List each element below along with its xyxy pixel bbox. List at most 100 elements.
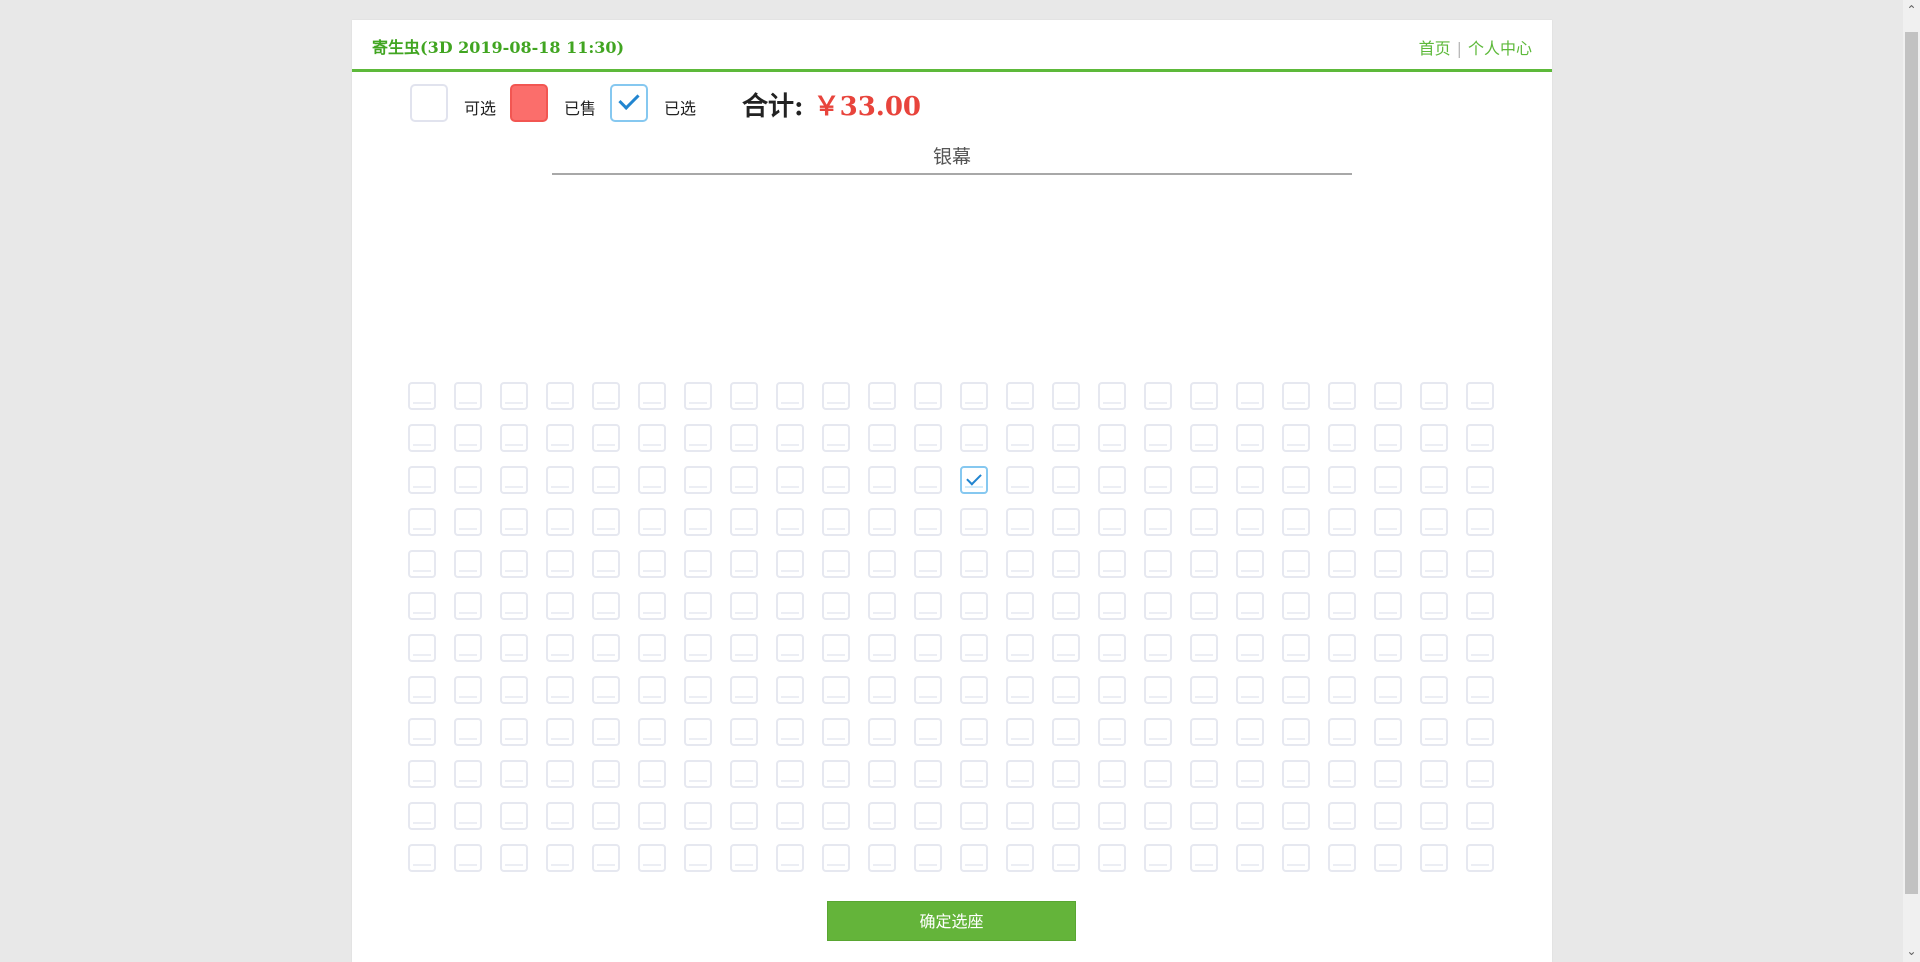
seat[interactable] [730, 382, 758, 410]
seat[interactable] [408, 466, 436, 494]
seat[interactable] [500, 382, 528, 410]
seat[interactable] [1144, 550, 1172, 578]
seat[interactable] [914, 592, 942, 620]
seat[interactable] [1052, 676, 1080, 704]
seat[interactable] [822, 718, 850, 746]
seat[interactable] [1144, 466, 1172, 494]
seat[interactable] [546, 802, 574, 830]
seat[interactable] [1052, 382, 1080, 410]
seat[interactable] [1190, 382, 1218, 410]
seat[interactable] [1420, 424, 1448, 452]
seat[interactable] [1374, 760, 1402, 788]
seat[interactable] [868, 508, 896, 536]
seat[interactable] [1420, 634, 1448, 662]
seat[interactable] [776, 466, 804, 494]
seat[interactable] [592, 802, 620, 830]
seat[interactable] [684, 718, 712, 746]
seat[interactable] [592, 508, 620, 536]
seat[interactable] [776, 382, 804, 410]
seat[interactable] [454, 844, 482, 872]
seat[interactable] [822, 760, 850, 788]
seat[interactable] [1006, 634, 1034, 662]
seat[interactable] [822, 508, 850, 536]
seat[interactable] [1466, 634, 1494, 662]
seat[interactable] [1328, 592, 1356, 620]
seat[interactable] [1006, 382, 1034, 410]
seat[interactable] [868, 466, 896, 494]
seat[interactable] [1144, 844, 1172, 872]
seat[interactable] [1374, 676, 1402, 704]
seat[interactable] [1006, 466, 1034, 494]
seat[interactable] [638, 802, 666, 830]
seat[interactable] [546, 760, 574, 788]
seat[interactable] [1328, 718, 1356, 746]
seat[interactable] [546, 676, 574, 704]
seat[interactable] [730, 466, 758, 494]
seat[interactable] [1236, 508, 1264, 536]
seat[interactable] [1006, 844, 1034, 872]
seat[interactable] [1466, 676, 1494, 704]
seat[interactable] [1466, 424, 1494, 452]
seat[interactable] [1190, 844, 1218, 872]
seat[interactable] [730, 802, 758, 830]
seat[interactable] [1374, 550, 1402, 578]
seat[interactable] [408, 718, 436, 746]
scroll-up-icon[interactable]: ⌃ [1903, 2, 1920, 19]
seat[interactable] [408, 802, 436, 830]
seat[interactable] [638, 550, 666, 578]
seat[interactable] [1098, 424, 1126, 452]
seat[interactable] [1098, 718, 1126, 746]
seat[interactable] [1374, 424, 1402, 452]
seat[interactable] [1236, 676, 1264, 704]
seat[interactable] [868, 802, 896, 830]
seat[interactable] [1190, 508, 1218, 536]
seat[interactable] [1006, 718, 1034, 746]
seat[interactable] [960, 718, 988, 746]
seat[interactable] [684, 424, 712, 452]
seat[interactable] [454, 802, 482, 830]
seat[interactable] [592, 592, 620, 620]
seat[interactable] [914, 508, 942, 536]
seat[interactable] [408, 760, 436, 788]
seat[interactable] [454, 508, 482, 536]
seat[interactable] [730, 844, 758, 872]
seat[interactable] [1006, 508, 1034, 536]
seat[interactable] [1282, 760, 1310, 788]
seat[interactable] [822, 382, 850, 410]
seat[interactable] [1466, 550, 1494, 578]
seat[interactable] [1328, 466, 1356, 494]
seat[interactable] [1328, 844, 1356, 872]
seat[interactable] [638, 382, 666, 410]
seat[interactable] [1236, 718, 1264, 746]
seat[interactable] [1282, 676, 1310, 704]
seat[interactable] [1282, 802, 1310, 830]
seat[interactable] [822, 424, 850, 452]
seat[interactable] [592, 550, 620, 578]
seat[interactable] [684, 844, 712, 872]
seat[interactable] [546, 550, 574, 578]
seat[interactable] [1466, 760, 1494, 788]
seat[interactable] [454, 550, 482, 578]
seat[interactable] [1374, 592, 1402, 620]
seat[interactable] [1052, 466, 1080, 494]
seat[interactable] [1052, 760, 1080, 788]
seat[interactable] [1466, 802, 1494, 830]
seat[interactable] [1006, 592, 1034, 620]
confirm-seat-button[interactable]: 确定选座 [827, 901, 1076, 941]
seat[interactable] [1190, 592, 1218, 620]
seat[interactable] [1420, 550, 1448, 578]
seat[interactable] [546, 424, 574, 452]
seat[interactable] [1282, 508, 1310, 536]
seat[interactable] [638, 844, 666, 872]
seat[interactable] [776, 592, 804, 620]
seat[interactable] [408, 634, 436, 662]
seat[interactable] [1466, 508, 1494, 536]
seat[interactable] [1282, 424, 1310, 452]
seat[interactable] [500, 550, 528, 578]
seat[interactable] [914, 802, 942, 830]
seat[interactable] [1006, 676, 1034, 704]
seat[interactable] [1190, 634, 1218, 662]
seat[interactable] [638, 676, 666, 704]
seat[interactable] [1328, 508, 1356, 536]
seat[interactable] [684, 676, 712, 704]
